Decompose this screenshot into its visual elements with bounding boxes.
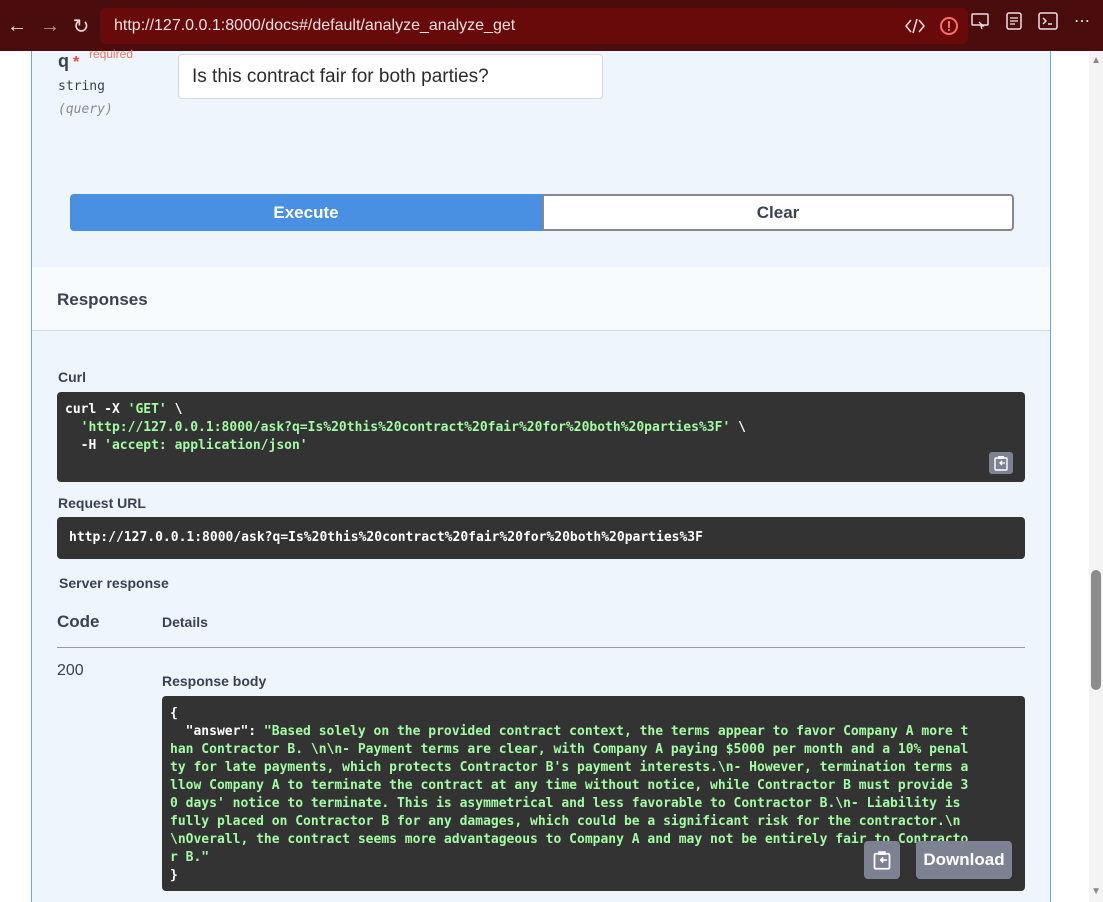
- curl-text: \: [166, 402, 183, 417]
- address-bar[interactable]: http://127.0.0.1:8000/docs#/default/anal…: [100, 8, 968, 44]
- request-url-block: http://127.0.0.1:8000/ask?q=Is%20this%20…: [57, 517, 1025, 559]
- curl-line: 'http://127.0.0.1:8000/ask?q=Is%20this%2…: [65, 419, 1017, 437]
- app-available-icon[interactable]: [904, 15, 926, 37]
- response-line: han Contractor B. \n\n- Payment terms ar…: [170, 742, 969, 757]
- status-code: 200: [57, 662, 84, 679]
- response-line: 0 days' notice to terminate. This is asy…: [170, 796, 961, 811]
- response-string: "Based solely on the provided contract c…: [263, 724, 969, 739]
- copy-curl-button[interactable]: [989, 452, 1013, 474]
- scroll-down-icon[interactable]: ▼: [1091, 886, 1101, 897]
- details-column-header: Details: [162, 614, 208, 630]
- scroll-up-icon[interactable]: ▲: [1091, 55, 1101, 66]
- scrollbar-thumb[interactable]: [1091, 570, 1101, 690]
- response-line: ty for late payments, which protects Con…: [170, 760, 969, 775]
- curl-text: \: [730, 420, 746, 435]
- curl-line: curl -X 'GET' \: [65, 401, 1017, 419]
- curl-string: 'GET': [127, 402, 167, 417]
- response-line: "answer": "Based solely on the provided …: [170, 723, 1017, 741]
- required-label: required: [89, 47, 134, 61]
- address-bar-url[interactable]: http://127.0.0.1:8000/docs#/default/anal…: [114, 17, 515, 35]
- responses-header: Responses: [32, 267, 1050, 331]
- param-type: string: [58, 79, 105, 94]
- server-response-label: Server response: [59, 575, 169, 591]
- scrollbar[interactable]: [1089, 51, 1103, 902]
- query-input[interactable]: Is this contract fair for both parties?: [178, 54, 603, 99]
- table-divider: [57, 647, 1025, 648]
- code-column-header: Code: [57, 612, 100, 631]
- cast-icon[interactable]: [969, 10, 991, 32]
- curl-string: 'accept: application/json': [104, 438, 308, 453]
- more-menu-icon[interactable]: ⋯: [1071, 10, 1093, 32]
- back-icon[interactable]: ←: [2, 11, 32, 41]
- curl-text: [65, 420, 81, 435]
- reload-icon[interactable]: ↻: [66, 11, 96, 41]
- curl-label: Curl: [58, 369, 86, 385]
- curl-text: curl -X: [65, 402, 128, 417]
- curl-line: -H 'accept: application/json': [65, 437, 1017, 455]
- param-name-text: q: [58, 51, 69, 71]
- forward-icon[interactable]: →: [35, 11, 65, 41]
- responses-title: Responses: [57, 290, 148, 309]
- action-buttons: Execute Clear: [70, 194, 1014, 231]
- response-body-label: Response body: [162, 673, 267, 689]
- browser-toolbar: ← → ↻ http://127.0.0.1:8000/docs#/defaul…: [0, 0, 1103, 51]
- response-line: fully placed on Contractor B for any dam…: [170, 814, 961, 829]
- execute-button[interactable]: Execute: [70, 194, 542, 231]
- required-star: *: [73, 54, 80, 71]
- operation-panel: q * required string (query) Is this contr…: [31, 47, 1051, 902]
- curl-string: 'http://127.0.0.1:8000/ask?q=Is%20this%2…: [80, 420, 731, 435]
- response-body-block: { "answer": "Based solely on the provide…: [162, 696, 1025, 891]
- clipboard-icon: [873, 851, 891, 870]
- response-key: "answer":: [170, 724, 264, 739]
- response-line: llow Company A to terminate the contract…: [170, 778, 969, 793]
- response-line: {: [170, 706, 178, 721]
- site-info-icon[interactable]: [938, 15, 960, 37]
- param-location: (query): [58, 102, 113, 117]
- clear-button[interactable]: Clear: [542, 194, 1014, 231]
- request-url-label: Request URL: [58, 495, 146, 511]
- reading-list-icon[interactable]: [1003, 10, 1025, 32]
- download-button[interactable]: Download: [916, 841, 1012, 879]
- param-name: q *: [58, 51, 79, 72]
- curl-code-block: curl -X 'GET' \ 'http://127.0.0.1:8000/a…: [57, 392, 1025, 482]
- copy-response-button[interactable]: [864, 841, 900, 879]
- clipboard-icon: [994, 456, 1008, 471]
- curl-text: -H: [65, 438, 105, 453]
- terminal-icon[interactable]: [1037, 10, 1059, 32]
